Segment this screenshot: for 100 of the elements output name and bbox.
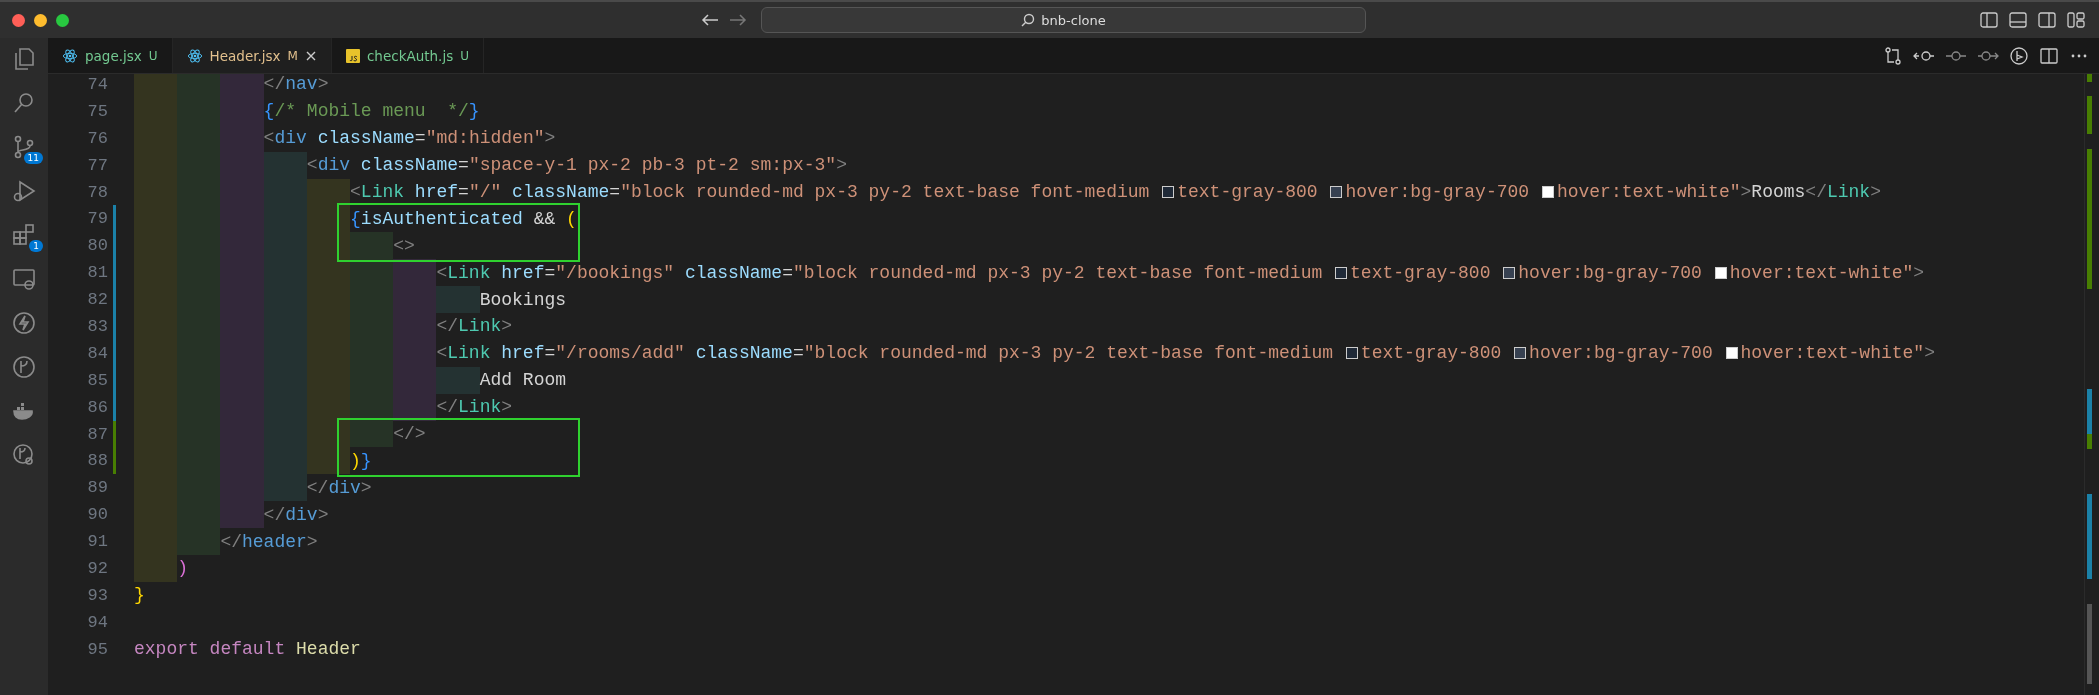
code-token: </ [436,316,459,337]
line-number: 77 [86,155,108,175]
code-token: hover:text-white" [1556,182,1741,202]
color-swatch[interactable] [1162,186,1175,198]
code-token: </ [263,504,286,525]
code-token: </ [1805,182,1827,202]
line-number: 85 [86,370,108,390]
code-token: /* Mobile menu */ [274,101,469,122]
line-number: 84 [86,343,108,363]
remote-icon [11,266,37,292]
line-number: 89 [86,478,108,498]
editor-tab[interactable]: Header.jsx M [172,38,332,73]
line-number: 78 [86,182,108,202]
layout-toggle-icon[interactable] [1980,12,1998,28]
color-swatch[interactable] [1503,266,1516,279]
indent-guide [393,259,437,287]
code-token: > [360,477,372,498]
indent-guide [220,74,264,98]
customize-layout-icon[interactable] [2067,12,2085,28]
code-token: </ [220,531,242,552]
code-token: div [328,477,361,498]
code-token: nav [285,74,318,95]
bolt-icon [11,310,37,336]
line-number: 94 [86,612,108,632]
code-token: > [1913,262,1925,283]
code-token: ) [177,558,188,579]
code-token: } [468,101,480,122]
count-badge: 11 [23,152,43,164]
code-token: div [317,155,351,176]
line-number: 83 [86,316,108,336]
line-number: 87 [86,424,108,444]
color-swatch[interactable] [1514,347,1527,360]
code-token: Link [458,316,502,337]
layout-toggle-icon[interactable] [2009,12,2027,28]
code-token: Link [447,343,491,364]
code-token: Header [295,639,361,660]
code-token: && [532,208,557,229]
color-swatch[interactable] [1345,347,1358,360]
split-editor-icon[interactable] [2039,45,2059,66]
color-swatch[interactable] [1335,266,1348,279]
indent-guide [306,447,350,475]
indent-guide [306,178,350,206]
color-swatch[interactable] [1714,266,1727,279]
code-token: > [501,316,513,337]
code-token: text-gray-800 [1350,262,1492,283]
code-token: > [836,155,847,176]
code-token: "space-y-1 px-2 pb-3 pt-2 sm:px-3" [468,155,837,176]
code-token: "/bookings" [555,262,675,283]
back-arrow-icon[interactable] [701,13,719,27]
code-token: href [413,182,459,202]
compare-changes-icon[interactable] [1883,45,1903,66]
indent-guide [436,286,480,313]
indent-guide [436,366,480,394]
close-icon[interactable] [304,49,317,62]
code-token: href [500,262,545,283]
command-center-search[interactable]: bnb-clone [761,7,1366,33]
code-token: = [792,343,804,364]
branch-icon [11,354,37,380]
forward-arrow-icon[interactable] [729,13,747,27]
code-token: "/rooms/add" [555,343,685,364]
line-number: 75 [86,101,108,121]
code-token: < [350,182,361,202]
code-token: Bookings [479,289,567,310]
scrollbar-thumb[interactable] [2087,604,2092,684]
code-token: text-gray-800 [1360,343,1503,364]
color-swatch[interactable] [1541,186,1554,198]
code-token: > [306,531,318,552]
line-number: 86 [86,397,108,417]
branch-circle-icon[interactable] [2009,45,2029,66]
code-token: = [458,182,469,202]
line-number: 76 [86,128,108,148]
line-number: 93 [86,585,108,605]
indent-guide [263,474,307,502]
minimize-window-button[interactable] [34,13,47,27]
overview-mark [2087,96,2092,134]
code-token: Link [360,182,405,202]
code-token: > [544,128,556,149]
overview-mark [2087,74,2092,82]
zoom-window-button[interactable] [56,13,69,27]
code-token: hover:bg-gray-700 [1518,262,1703,283]
code-token: Link [447,262,491,283]
line-number: 80 [86,236,108,256]
count-badge: 1 [29,240,43,252]
code-token: </ [436,397,459,418]
close-window-button[interactable] [12,13,25,27]
color-swatch[interactable] [1330,186,1343,198]
code-token: = [544,262,556,283]
line-number: 81 [86,263,108,283]
code-token: > [1924,343,1935,364]
code-token: isAuthenticated [360,208,523,229]
run-debug-icon [11,178,37,204]
js-file-icon [345,48,360,63]
code-token: export default [134,639,286,660]
code-token: Add Room [479,370,567,391]
color-swatch[interactable] [1725,347,1738,360]
layout-toggle-icon[interactable] [2038,12,2056,28]
code-token: Link [1826,182,1871,202]
code-token: > [317,504,329,525]
line-number: 74 [86,74,108,94]
code-token: </ [306,477,329,498]
